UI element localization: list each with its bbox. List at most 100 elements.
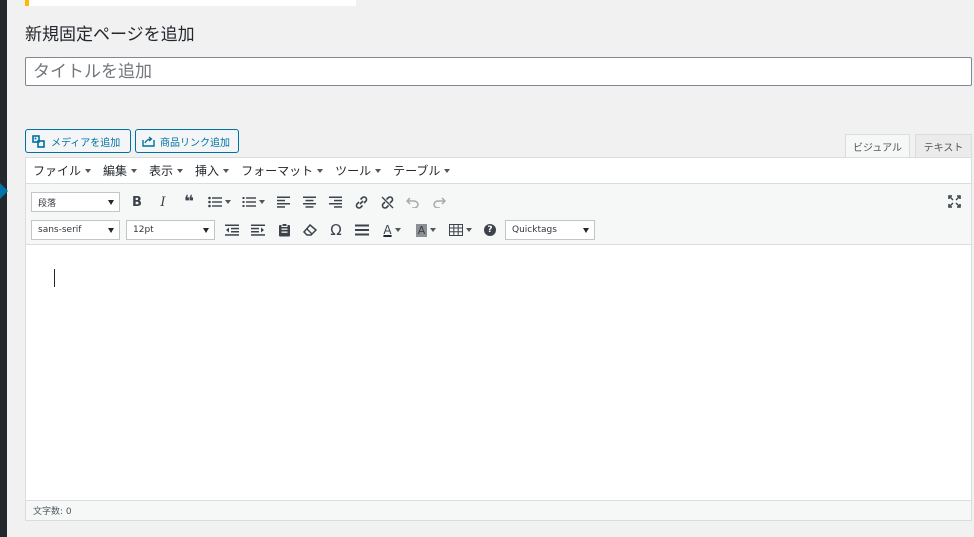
quicktags-value: Quicktags xyxy=(512,225,557,235)
undo-icon xyxy=(406,197,419,208)
font-size-value: 12pt xyxy=(133,225,154,235)
indent-button[interactable] xyxy=(247,220,269,240)
chevron-down-icon xyxy=(203,227,209,233)
editor-statusbar: 文字数: 0 xyxy=(26,500,971,520)
text-cursor xyxy=(54,269,55,287)
align-right-button[interactable] xyxy=(324,192,346,212)
link-icon xyxy=(355,195,367,209)
menu-format-label: フォーマット xyxy=(241,164,314,178)
chevron-down-icon xyxy=(258,200,265,204)
clipboard-icon xyxy=(278,223,290,237)
insert-link-button[interactable] xyxy=(350,192,372,212)
clear-formatting-button[interactable] xyxy=(299,220,321,240)
special-character-button[interactable]: Ω xyxy=(325,220,347,240)
blockquote-button[interactable]: ❝ xyxy=(178,192,200,212)
admin-notice xyxy=(25,0,356,6)
chevron-down-icon xyxy=(85,168,92,173)
help-button[interactable]: ? xyxy=(479,220,501,240)
menu-insert[interactable]: 挿入 xyxy=(195,162,230,179)
align-center-button[interactable] xyxy=(298,192,320,212)
chevron-down-icon xyxy=(375,168,382,173)
table-icon xyxy=(448,224,463,236)
editor-menubar: ファイル 編集 表示 挿入 フォーマット ツール テーブル xyxy=(26,158,971,184)
font-size-select[interactable]: 12pt xyxy=(126,220,215,240)
chevron-down-icon xyxy=(108,199,114,205)
numbered-list-icon xyxy=(242,197,256,207)
tab-text[interactable]: テキスト xyxy=(915,134,972,157)
omega-icon: Ω xyxy=(330,221,342,239)
indent-icon xyxy=(251,224,265,236)
media-icon xyxy=(32,134,45,148)
chevron-down-icon xyxy=(394,228,401,232)
help-icon: ? xyxy=(484,224,496,236)
menu-tools[interactable]: ツール xyxy=(335,162,382,179)
font-family-select[interactable]: sans-serif xyxy=(31,220,120,240)
menu-tools-label: ツール xyxy=(335,164,372,178)
paste-as-text-button[interactable] xyxy=(273,220,295,240)
text-color-button[interactable]: A xyxy=(377,220,407,240)
add-media-label: メディアを追加 xyxy=(51,137,121,149)
menu-file[interactable]: ファイル xyxy=(33,162,92,179)
outdent-icon xyxy=(225,224,239,236)
chevron-down-icon xyxy=(583,227,589,233)
align-center-icon xyxy=(302,196,316,208)
quote-icon: ❝ xyxy=(184,192,194,212)
toolbar-row-1: 段落 B I ❝ xyxy=(31,191,454,213)
chevron-down-icon xyxy=(223,168,230,173)
toolbar-row-2: sans-serif 12pt Ω A A ? Quicktags xyxy=(31,219,601,241)
page-title: 新規固定ページを追加 xyxy=(25,25,195,45)
chevron-down-icon xyxy=(131,168,138,173)
menu-file-label: ファイル xyxy=(33,164,82,178)
italic-button[interactable]: I xyxy=(152,192,174,212)
remove-link-button[interactable] xyxy=(376,192,398,212)
horizontal-line-button[interactable] xyxy=(351,220,373,240)
undo-button[interactable] xyxy=(402,192,424,212)
chevron-down-icon xyxy=(465,228,472,232)
product-link-label: 商品リンク追加 xyxy=(160,137,230,149)
bullet-list-icon xyxy=(207,196,222,208)
fullscreen-button[interactable] xyxy=(943,191,965,211)
rich-text-editor: ファイル 編集 表示 挿入 フォーマット ツール テーブル 段落 B I ❝ s… xyxy=(25,157,972,521)
menu-edit[interactable]: 編集 xyxy=(103,162,138,179)
italic-icon: I xyxy=(160,194,166,210)
bullet-list-button[interactable] xyxy=(204,192,234,212)
fullscreen-icon xyxy=(947,194,961,208)
align-left-icon xyxy=(276,196,290,208)
share-icon xyxy=(142,135,155,147)
add-media-button[interactable]: メディアを追加 xyxy=(25,129,131,153)
redo-button[interactable] xyxy=(428,192,450,212)
bold-button[interactable]: B xyxy=(126,192,148,212)
admin-sidebar-edge xyxy=(0,0,7,537)
format-select-value: 段落 xyxy=(38,198,57,209)
word-count: 文字数: 0 xyxy=(33,507,72,517)
background-color-button[interactable]: A xyxy=(411,220,441,240)
numbered-list-button[interactable] xyxy=(238,192,268,212)
menu-format[interactable]: フォーマット xyxy=(241,162,324,179)
editor-toolbar: 段落 B I ❝ sans-serif 12pt Ω A A ? Quickta… xyxy=(26,184,971,245)
redo-icon xyxy=(433,197,446,208)
menu-insert-label: 挿入 xyxy=(195,164,220,178)
menu-table-label: テーブル xyxy=(393,164,441,178)
align-left-button[interactable] xyxy=(272,192,294,212)
menu-view-label: 表示 xyxy=(149,164,174,178)
table-button[interactable] xyxy=(445,220,475,240)
unlink-icon xyxy=(381,195,393,209)
tab-visual[interactable]: ビジュアル xyxy=(845,134,910,157)
quicktags-select[interactable]: Quicktags xyxy=(505,220,595,240)
menu-table[interactable]: テーブル xyxy=(393,162,451,179)
background-color-icon: A xyxy=(415,223,428,237)
text-color-icon: A xyxy=(383,223,392,237)
chevron-down-icon xyxy=(430,228,437,232)
chevron-down-icon xyxy=(108,227,114,233)
eraser-icon xyxy=(303,224,317,236)
chevron-down-icon xyxy=(177,168,184,173)
menu-edit-label: 編集 xyxy=(103,164,128,178)
format-select[interactable]: 段落 xyxy=(31,192,120,212)
outdent-button[interactable] xyxy=(221,220,243,240)
chevron-down-icon xyxy=(444,168,451,173)
menu-view[interactable]: 表示 xyxy=(149,162,184,179)
font-family-value: sans-serif xyxy=(38,225,82,235)
product-link-button[interactable]: 商品リンク追加 xyxy=(135,129,239,153)
editor-content-area[interactable] xyxy=(26,245,971,501)
title-input[interactable] xyxy=(25,57,972,86)
